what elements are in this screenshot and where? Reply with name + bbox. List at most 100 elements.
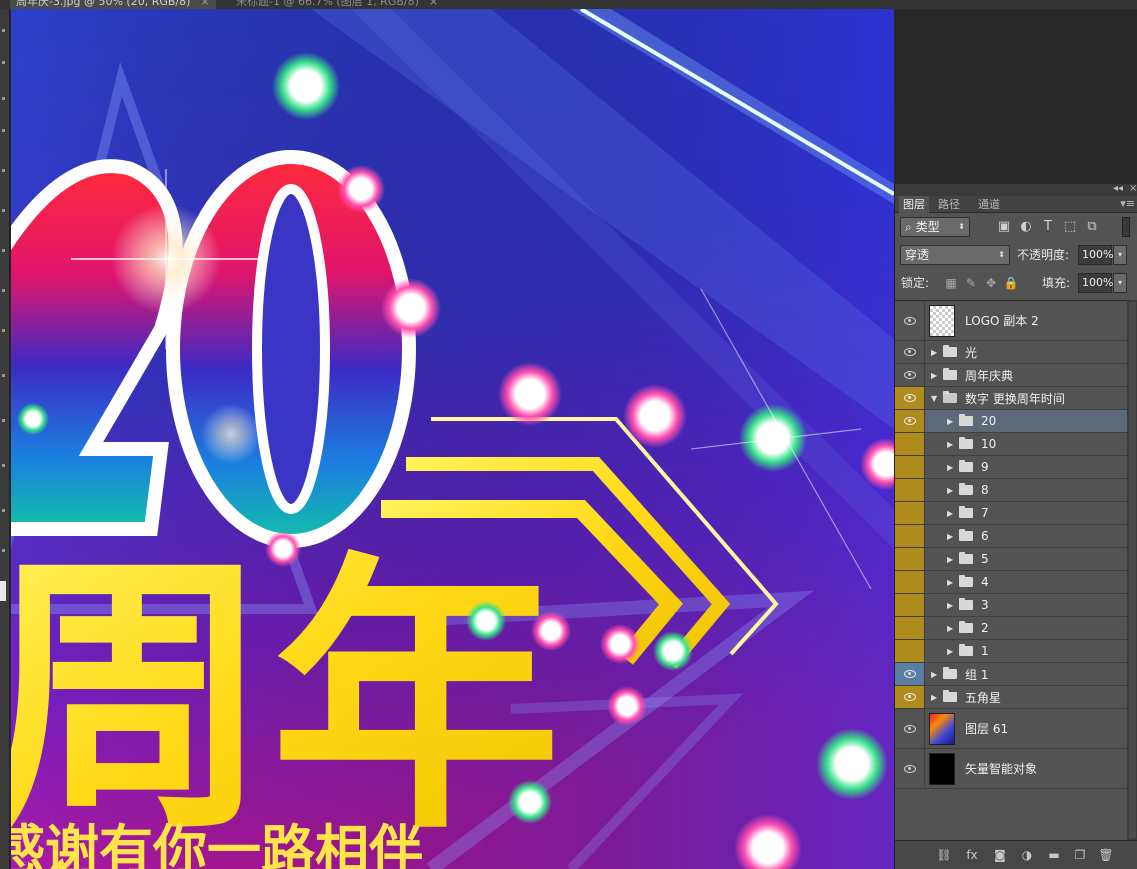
layer-row[interactable]: 矢量智能对象 [895,749,1127,789]
shape-layer-filter-icon[interactable]: ⬚ [1062,219,1078,235]
layers-scrollbar[interactable] [1127,300,1137,840]
add-mask-icon[interactable]: ◙ [992,848,1008,862]
layer-group-row[interactable]: ▶ 8 [895,479,1127,502]
close-panel-icon[interactable]: × [1129,183,1137,194]
layer-group-row[interactable]: ▼ 数字 更换周年时间 [895,387,1127,410]
filter-toggle-switch[interactable] [1122,217,1130,237]
chevron-right-icon[interactable]: ▶ [947,571,957,593]
visibility-toggle[interactable] [895,749,925,788]
visibility-toggle[interactable] [895,594,925,616]
layer-group-row[interactable]: ▶ 3 [895,594,1127,617]
document-canvas[interactable]: 周年 感谢有你一路相伴 [11,9,894,869]
layer-thumbnail[interactable] [929,305,955,337]
tab-channels[interactable]: 通道 [974,196,1004,213]
close-icon[interactable]: × [200,0,209,8]
close-icon[interactable]: × [429,0,438,8]
tab-paths[interactable]: 路径 [934,196,964,213]
chevron-right-icon[interactable]: ▶ [947,617,957,639]
trash-icon[interactable]: 🗑 [1098,848,1114,862]
visibility-toggle[interactable] [895,364,925,386]
blend-mode-select[interactable]: 穿透 ⬍ [900,245,1010,265]
layer-group-row[interactable]: ▶ 9 [895,456,1127,479]
new-group-icon[interactable]: ▬ [1046,848,1062,862]
visibility-toggle[interactable] [895,410,925,432]
tool-icon[interactable] [2,61,5,64]
layer-group-row[interactable]: ▶ 5 [895,548,1127,571]
chevron-right-icon[interactable]: ▶ [947,456,957,478]
opacity-dropdown-icon[interactable]: ▾ [1113,245,1127,265]
pixel-layer-filter-icon[interactable]: ▣ [996,219,1012,235]
tool-icon[interactable] [2,129,5,132]
chevron-right-icon[interactable]: ▶ [931,341,941,363]
tool-icon[interactable] [2,329,5,332]
lock-all-icon[interactable]: 🔒 [1003,275,1019,291]
tool-icon[interactable] [2,249,5,252]
lock-transparent-icon[interactable]: ▦ [943,275,959,291]
foreground-color-swatch[interactable] [0,581,6,601]
layer-group-row[interactable]: ▶ 20 [895,410,1127,433]
link-layers-icon[interactable]: ⛓ [936,848,952,862]
chevron-right-icon[interactable]: ▶ [947,433,957,455]
collapse-panel-icon[interactable]: ◂◂ [1113,183,1123,194]
visibility-toggle[interactable] [895,548,925,570]
visibility-toggle[interactable] [895,456,925,478]
tab-layers[interactable]: 图层 [899,196,929,213]
layer-group-row[interactable]: ▶ 五角星 [895,686,1127,709]
layer-group-row[interactable]: ▶ 2 [895,617,1127,640]
visibility-toggle[interactable] [895,301,925,340]
visibility-toggle[interactable] [895,341,925,363]
layer-group-row[interactable]: ▶ 1 [895,640,1127,663]
chevron-right-icon[interactable]: ▶ [947,525,957,547]
layer-group-row[interactable]: ▶ 组 1 [895,663,1127,686]
document-tab-active[interactable]: 周年庆-3.jpg @ 50% (20, RGB/8) × [10,0,216,9]
chevron-right-icon[interactable]: ▶ [931,686,941,708]
document-tab-inactive[interactable]: 未标题-1 @ 66.7% (图层 1, RGB/8) × [230,0,444,9]
visibility-toggle[interactable] [895,640,925,662]
visibility-toggle[interactable] [895,433,925,455]
chevron-right-icon[interactable]: ▶ [947,502,957,524]
adjustment-layer-filter-icon[interactable]: ◐ [1018,219,1034,235]
opacity-input[interactable]: 100% [1078,245,1113,265]
chevron-right-icon[interactable]: ▶ [947,479,957,501]
layer-group-row[interactable]: ▶ 周年庆典 [895,364,1127,387]
lock-position-icon[interactable]: ✥ [983,275,999,291]
layer-row[interactable]: LOGO 副本 2 [895,301,1127,341]
scrollbar-thumb[interactable] [1129,302,1136,838]
tool-icon[interactable] [2,97,5,100]
chevron-right-icon[interactable]: ▶ [947,548,957,570]
visibility-toggle[interactable] [895,571,925,593]
tool-icon[interactable] [2,509,5,512]
tool-icon[interactable] [2,209,5,212]
smart-object-filter-icon[interactable]: ⧉ [1084,219,1100,235]
chevron-right-icon[interactable]: ▶ [947,410,957,432]
fill-dropdown-icon[interactable]: ▾ [1113,273,1127,293]
chevron-right-icon[interactable]: ▶ [947,640,957,662]
visibility-toggle[interactable] [895,686,925,708]
panel-menu-icon[interactable]: ▾≡ [1120,197,1135,210]
adjustment-layer-icon[interactable]: ◑ [1019,848,1035,862]
filter-kind-select[interactable]: ⌕ 类型 ⬍ [900,217,970,237]
type-layer-filter-icon[interactable]: T [1040,219,1056,235]
visibility-toggle[interactable] [895,387,925,409]
layer-group-row[interactable]: ▶ 光 [895,341,1127,364]
layer-thumbnail[interactable] [929,713,955,745]
fx-icon[interactable]: fx [964,848,980,862]
tool-icon[interactable] [2,464,5,467]
visibility-toggle[interactable] [895,502,925,524]
visibility-toggle[interactable] [895,709,925,748]
chevron-down-icon[interactable]: ▼ [931,387,941,409]
layer-row[interactable]: 图层 61 [895,709,1127,749]
layer-group-row[interactable]: ▶ 4 [895,571,1127,594]
chevron-right-icon[interactable]: ▶ [931,663,941,685]
tool-icon[interactable] [2,374,5,377]
fill-input[interactable]: 100% [1078,273,1113,293]
visibility-toggle[interactable] [895,663,925,685]
visibility-toggle[interactable] [895,617,925,639]
lock-image-icon[interactable]: ✎ [963,275,979,291]
tool-icon[interactable] [2,169,5,172]
chevron-right-icon[interactable]: ▶ [931,364,941,386]
tool-icon[interactable] [2,419,5,422]
tool-icon[interactable] [2,549,5,552]
layer-group-row[interactable]: ▶ 6 [895,525,1127,548]
layer-thumbnail[interactable] [929,753,955,785]
